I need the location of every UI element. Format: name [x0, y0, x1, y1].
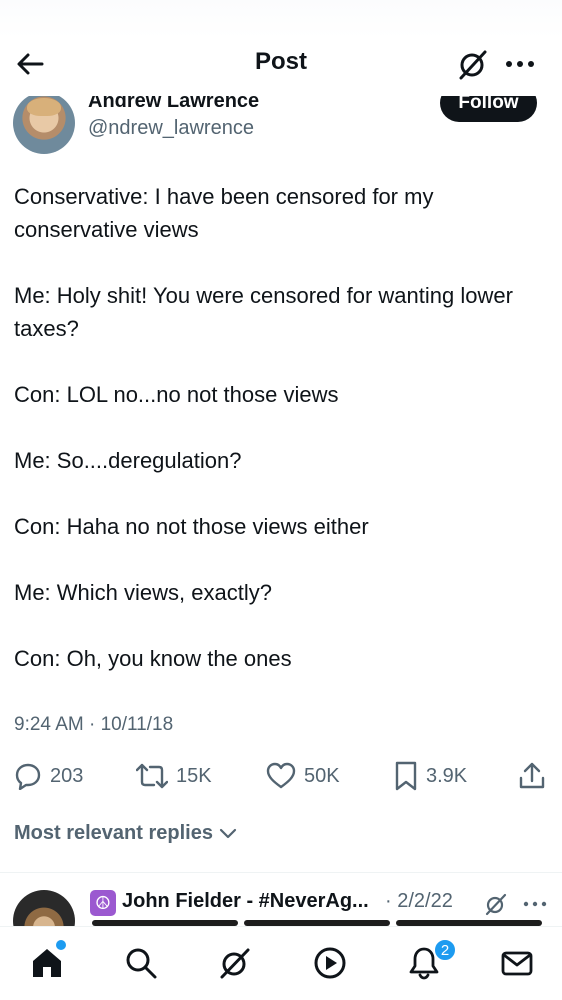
author-handle[interactable]: @ndrew_lawrence	[88, 117, 254, 140]
author-avatar[interactable]	[13, 92, 75, 154]
peace-icon: ☮	[90, 890, 116, 916]
tweet-paragraph: Me: Which views, exactly?	[14, 580, 272, 605]
reply-icon	[15, 763, 41, 790]
reply-author-name[interactable]: John Fielder - #NeverAg...	[122, 890, 369, 913]
video-icon	[314, 947, 346, 979]
notification-count-badge: 2	[433, 938, 457, 962]
nav-video[interactable]	[310, 943, 350, 983]
like-count: 50K	[304, 764, 340, 787]
nav-grok[interactable]	[215, 943, 255, 983]
reply-button[interactable]: 203	[14, 756, 83, 796]
like-button[interactable]: 50K	[266, 756, 340, 796]
reply-count: 203	[50, 764, 84, 787]
tweet-paragraph: Me: Holy shit! You were censored for wan…	[14, 283, 520, 341]
messages-icon	[501, 951, 533, 976]
bottom-nav	[0, 926, 562, 1000]
replies-sort-label: Most relevant replies	[14, 822, 213, 844]
home-icon	[33, 949, 61, 977]
tweet-paragraph: Con: LOL no...no not those views	[14, 382, 339, 407]
action-bar: 203 15K 50K 3.9K	[0, 756, 562, 796]
tweet-text: Conservative: I have been censored for m…	[14, 180, 534, 708]
home-unread-dot	[56, 940, 66, 950]
nav-messages[interactable]	[497, 943, 537, 983]
heart-icon	[266, 762, 296, 789]
grok-icon[interactable]	[456, 48, 490, 80]
top-header: Post	[0, 0, 562, 96]
bookmark-count: 3.9K	[426, 764, 468, 787]
grok-icon	[220, 948, 250, 979]
more-options-icon[interactable]	[522, 896, 548, 912]
divider	[0, 872, 562, 873]
search-icon	[126, 948, 157, 979]
tweet-paragraph: Con: Oh, you know the ones	[14, 646, 292, 671]
nav-search[interactable]	[121, 943, 161, 983]
share-button[interactable]	[518, 756, 546, 796]
tweet-paragraph: Con: Haha no not those views either	[14, 514, 369, 539]
repost-icon	[136, 763, 168, 789]
bookmark-button[interactable]: 3.9K	[394, 756, 467, 796]
repost-count: 15K	[176, 764, 212, 787]
bookmark-icon	[395, 761, 417, 791]
tweet-timestamp[interactable]: 9:24 AM · 10/11/18	[14, 714, 173, 736]
chevron-down-icon	[219, 828, 237, 838]
post-page: Andrew Lawrence @ndrew_lawrence Follow P…	[0, 0, 562, 1000]
tweet-paragraph: Me: So....deregulation?	[14, 448, 242, 473]
repost-button[interactable]: 15K	[136, 756, 212, 796]
grok-icon[interactable]	[484, 892, 508, 916]
reply-date: · 2/2/22	[385, 890, 453, 912]
tweet-paragraph: Conservative: I have been censored for m…	[14, 184, 440, 242]
more-options-icon[interactable]	[503, 52, 537, 76]
replies-sort-dropdown[interactable]: Most relevant replies	[14, 822, 237, 845]
share-icon	[519, 762, 545, 789]
